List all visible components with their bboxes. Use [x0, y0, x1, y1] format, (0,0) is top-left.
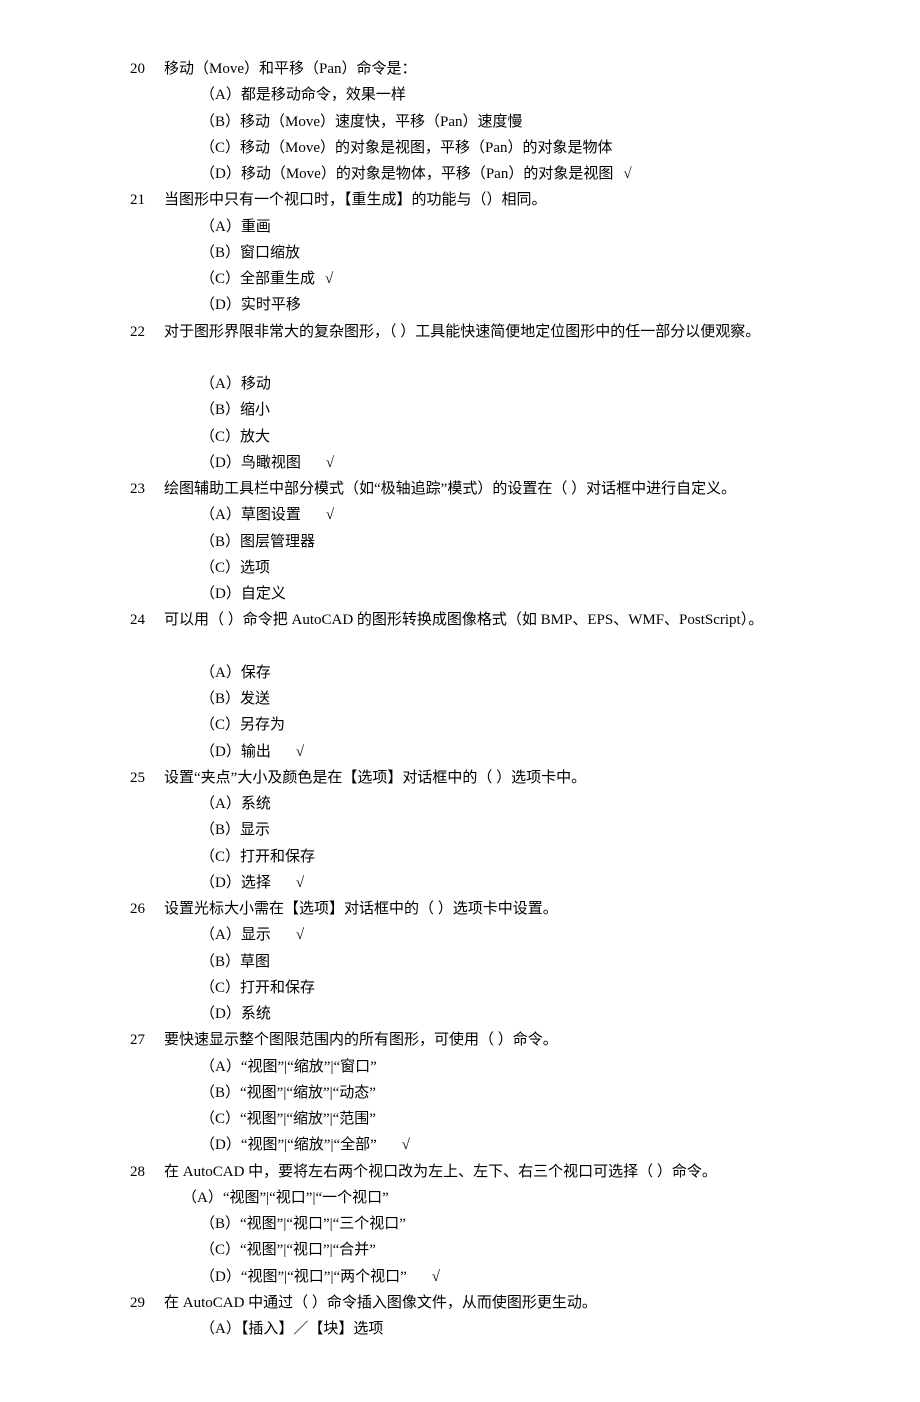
option-d: （D）“视图”|“视口”|“两个视口” √: [200, 1264, 800, 1290]
question-22: 22 对于图形界限非常大的复杂图形，（ ）工具能快速简便地定位图形中的任一部分以…: [130, 319, 800, 345]
question-number: 29: [130, 1290, 164, 1316]
question-number: 21: [130, 187, 164, 213]
check-icon: √: [316, 502, 334, 528]
option-a: （A）“视图”|“缩放”|“窗口”: [200, 1054, 800, 1080]
blank-line: [130, 634, 800, 660]
option-a: （A）保存: [200, 660, 800, 686]
question-21-options: （A）重画 （B）窗口缩放 （C）全部重生成√ （D）实时平移: [130, 214, 800, 319]
question-28-options: （B）“视图”|“视口”|“三个视口” （C）“视图”|“视口”|“合并” （D…: [130, 1211, 800, 1290]
option-c: （C）移动（Move）的对象是视图，平移（Pan）的对象是物体: [200, 135, 800, 161]
option-a: （A）【插入】／【块】选项: [200, 1316, 800, 1342]
question-text: 可以用（ ）命令把 AutoCAD 的图形转换成图像格式（如 BMP、EPS、W…: [164, 607, 800, 633]
option-a: （A）草图设置 √: [200, 502, 800, 528]
option-c: （C）打开和保存: [200, 975, 800, 1001]
option-b: （B）窗口缩放: [200, 240, 800, 266]
question-29: 29 在 AutoCAD 中通过（ ）命令插入图像文件，从而使图形更生动。: [130, 1290, 800, 1316]
option-b: （B）“视图”|“视口”|“三个视口”: [200, 1211, 800, 1237]
question-25: 25 设置“夹点”大小及颜色是在【选项】对话框中的（ ）选项卡中。: [130, 765, 800, 791]
question-25-options: （A）系统 （B）显示 （C）打开和保存 （D）选择 √: [130, 791, 800, 896]
check-icon: √: [613, 161, 631, 187]
question-21: 21 当图形中只有一个视口时，【重生成】的功能与（）相同。: [130, 187, 800, 213]
question-text: 要快速显示整个图限范围内的所有图形，可使用（ ）命令。: [164, 1027, 800, 1053]
check-icon: √: [316, 450, 334, 476]
question-text: 对于图形界限非常大的复杂图形，（ ）工具能快速简便地定位图形中的任一部分以便观察…: [164, 319, 800, 345]
question-text: 在 AutoCAD 中通过（ ）命令插入图像文件，从而使图形更生动。: [164, 1290, 800, 1316]
option-a: （A）“视图”|“视口”|“一个视口”: [182, 1185, 800, 1211]
question-text: 在 AutoCAD 中，要将左右两个视口改为左上、左下、右三个视口可选择（ ）命…: [164, 1159, 800, 1185]
question-number: 25: [130, 765, 164, 791]
check-icon: √: [422, 1264, 440, 1290]
question-text: 绘图辅助工具栏中部分模式（如“极轴追踪”模式）的设置在（ ）对话框中进行自定义。: [164, 476, 800, 502]
question-number: 27: [130, 1027, 164, 1053]
option-d: （D）系统: [200, 1001, 800, 1027]
check-icon: √: [315, 266, 333, 292]
question-26: 26 设置光标大小需在【选项】对话框中的（ ）选项卡中设置。: [130, 896, 800, 922]
check-icon: √: [286, 739, 304, 765]
check-icon: √: [286, 922, 304, 948]
option-c: （C）选项: [200, 555, 800, 581]
option-d: （D）选择 √: [200, 870, 800, 896]
option-c: （C）放大: [200, 424, 800, 450]
question-text: 设置“夹点”大小及颜色是在【选项】对话框中的（ ）选项卡中。: [164, 765, 800, 791]
option-b: （B）“视图”|“缩放”|“动态”: [200, 1080, 800, 1106]
document-page: 20 移动（Move）和平移（Pan）命令是： （A）都是移动命令，效果一样 （…: [0, 0, 920, 1402]
option-d: （D）鸟瞰视图 √: [200, 450, 800, 476]
question-24: 24 可以用（ ）命令把 AutoCAD 的图形转换成图像格式（如 BMP、EP…: [130, 607, 800, 633]
question-23: 23 绘图辅助工具栏中部分模式（如“极轴追踪”模式）的设置在（ ）对话框中进行自…: [130, 476, 800, 502]
option-d: （D）自定义: [200, 581, 800, 607]
option-a: （A）重画: [200, 214, 800, 240]
option-c: （C）另存为: [200, 712, 800, 738]
blank-line: [130, 345, 800, 371]
option-b: （B）移动（Move）速度快，平移（Pan）速度慢: [200, 109, 800, 135]
option-a: （A）移动: [200, 371, 800, 397]
question-text: 当图形中只有一个视口时，【重生成】的功能与（）相同。: [164, 187, 800, 213]
question-22-options: （A）移动 （B）缩小 （C）放大 （D）鸟瞰视图 √: [130, 371, 800, 476]
option-b: （B）缩小: [200, 397, 800, 423]
question-23-options: （A）草图设置 √ （B）图层管理器 （C）选项 （D）自定义: [130, 502, 800, 607]
question-number: 20: [130, 56, 164, 82]
question-number: 28: [130, 1159, 164, 1185]
question-number: 24: [130, 607, 164, 633]
option-a: （A）显示 √: [200, 922, 800, 948]
option-c: （C）全部重生成√: [200, 266, 800, 292]
option-d: （D）“视图”|“缩放”|“全部” √: [200, 1132, 800, 1158]
question-number: 22: [130, 319, 164, 345]
option-c: （C）打开和保存: [200, 844, 800, 870]
question-28-option-a: （A）“视图”|“视口”|“一个视口”: [130, 1185, 800, 1211]
option-a: （A）都是移动命令，效果一样: [200, 82, 800, 108]
option-b: （B）发送: [200, 686, 800, 712]
option-a: （A）系统: [200, 791, 800, 817]
option-d: （D）输出 √: [200, 739, 800, 765]
question-text: 设置光标大小需在【选项】对话框中的（ ）选项卡中设置。: [164, 896, 800, 922]
question-28: 28 在 AutoCAD 中，要将左右两个视口改为左上、左下、右三个视口可选择（…: [130, 1159, 800, 1185]
question-number: 26: [130, 896, 164, 922]
question-20-options: （A）都是移动命令，效果一样 （B）移动（Move）速度快，平移（Pan）速度慢…: [130, 82, 800, 187]
question-24-options: （A）保存 （B）发送 （C）另存为 （D）输出 √: [130, 660, 800, 765]
question-20: 20 移动（Move）和平移（Pan）命令是：: [130, 56, 800, 82]
option-c: （C）“视图”|“缩放”|“范围”: [200, 1106, 800, 1132]
question-26-options: （A）显示 √ （B）草图 （C）打开和保存 （D）系统: [130, 922, 800, 1027]
option-d: （D）实时平移: [200, 292, 800, 318]
option-b: （B）显示: [200, 817, 800, 843]
check-icon: √: [392, 1132, 410, 1158]
check-icon: √: [286, 870, 304, 896]
question-number: 23: [130, 476, 164, 502]
option-b: （B）图层管理器: [200, 529, 800, 555]
option-d: （D）移动（Move）的对象是物体，平移（Pan）的对象是视图√: [200, 161, 800, 187]
question-27: 27 要快速显示整个图限范围内的所有图形，可使用（ ）命令。: [130, 1027, 800, 1053]
question-text: 移动（Move）和平移（Pan）命令是：: [164, 56, 800, 82]
option-c: （C）“视图”|“视口”|“合并”: [200, 1237, 800, 1263]
option-b: （B）草图: [200, 949, 800, 975]
question-27-options: （A）“视图”|“缩放”|“窗口” （B）“视图”|“缩放”|“动态” （C）“…: [130, 1054, 800, 1159]
question-29-options: （A）【插入】／【块】选项: [130, 1316, 800, 1342]
